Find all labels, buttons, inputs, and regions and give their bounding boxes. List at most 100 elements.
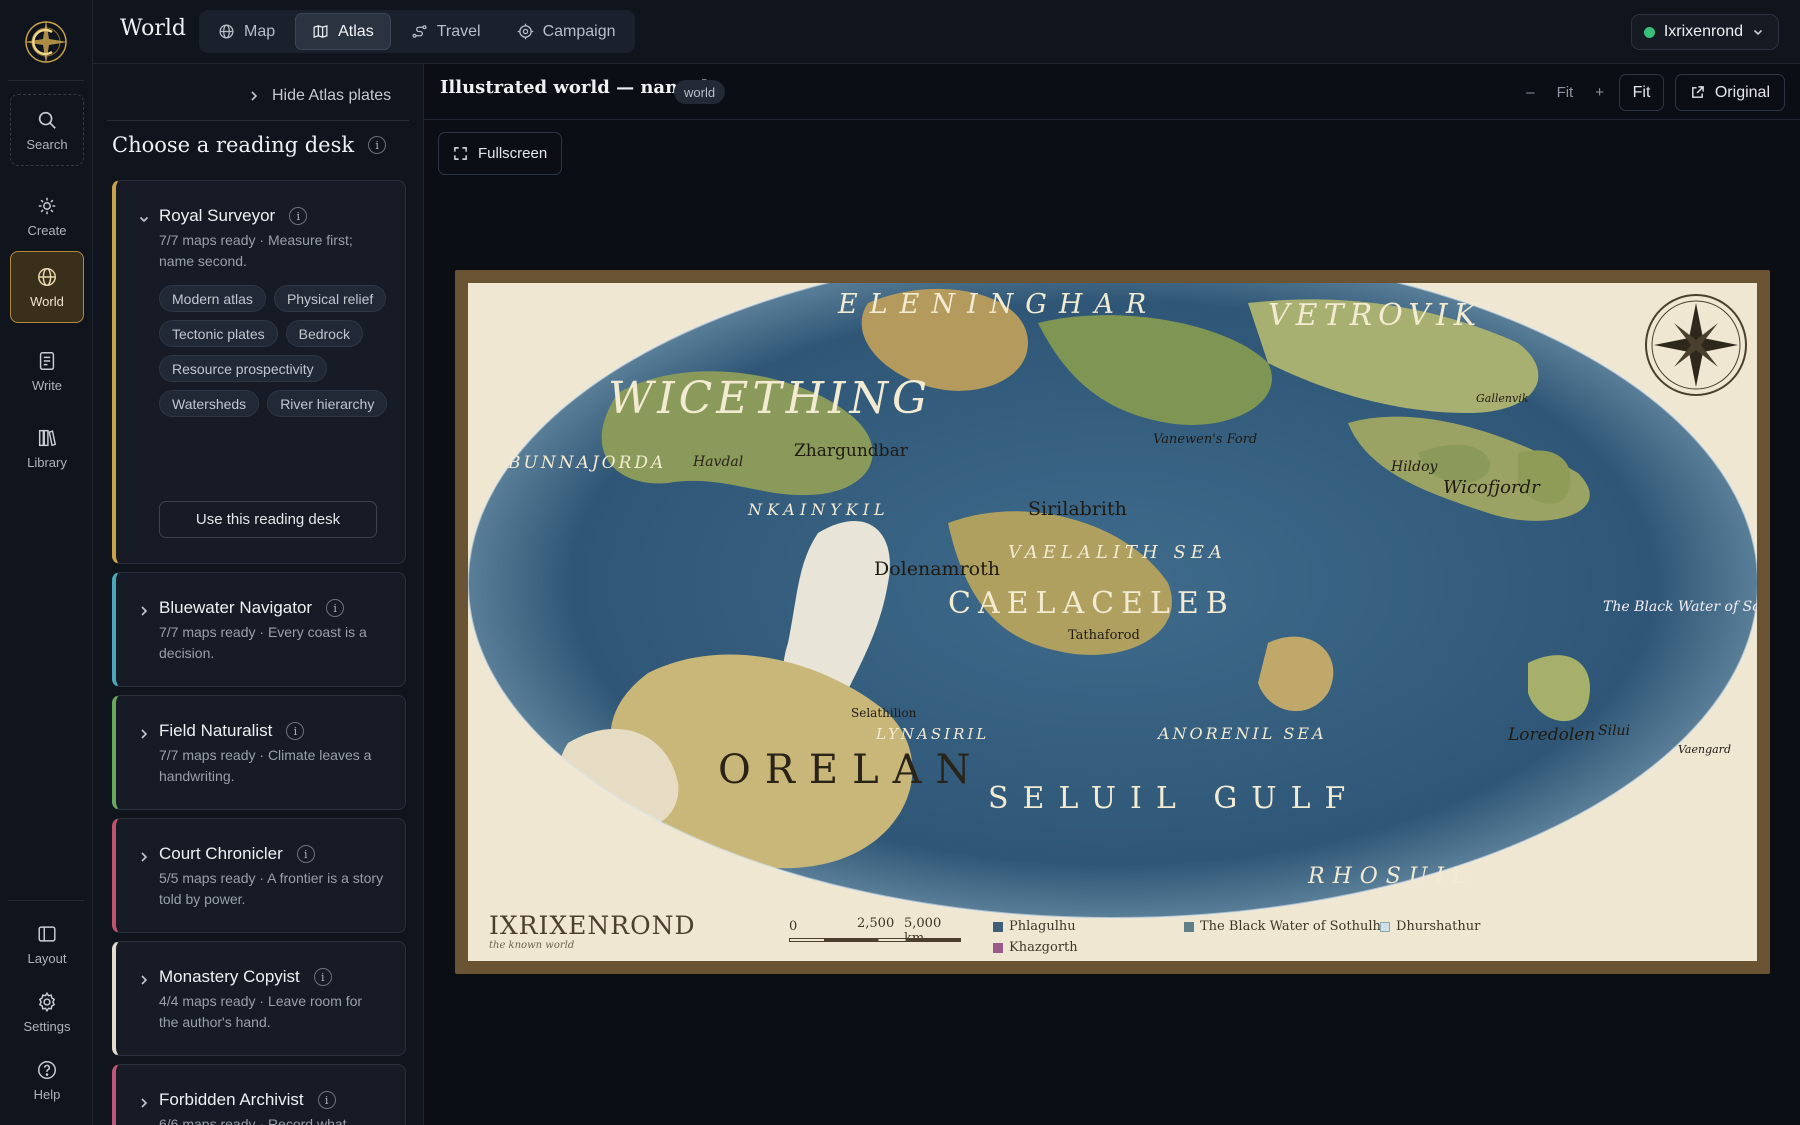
tab-travel[interactable]: Travel [395,13,497,50]
info-icon[interactable]: i [313,968,332,986]
app-logo-icon[interactable] [22,18,70,66]
chip-physical-relief[interactable]: Physical relief [273,285,387,312]
chip-modern-atlas[interactable]: Modern atlas [159,285,266,312]
desk-forbidden-archivist[interactable]: Forbidden Archivist i 6/6 maps ready · Re… [112,1064,406,1125]
desk-royal-surveyor[interactable]: Royal Surveyor i 7/7 maps ready · Measure… [112,180,406,564]
atlas-plates-panel: Hide Atlas plates Choose a reading desk … [93,64,424,1125]
tab-map[interactable]: Map [202,13,291,50]
user-menu[interactable]: Ixrixenrond [1630,14,1779,50]
chevron-right-icon [251,91,258,101]
desk-title: Field Naturalist [159,721,273,740]
chevron-right-icon[interactable] [138,1097,150,1109]
map-label: Vaengard [1678,743,1731,756]
route-icon [412,25,427,38]
map-label: Tathaforod [1068,628,1140,643]
rail-create-label: Create [27,222,67,238]
tab-atlas[interactable]: Atlas [295,13,391,50]
rail-write[interactable]: Write [10,335,84,407]
chip-bedrock[interactable]: Bedrock [285,320,363,347]
info-icon[interactable]: i [317,1091,336,1109]
rail-library[interactable]: Library [10,412,84,484]
map-cartouche: IXRIXENROND the known world [489,911,696,951]
chevron-right-icon[interactable] [138,728,150,740]
chevron-down-icon[interactable] [138,213,150,225]
map-label: SELUIL GULF [988,781,1359,816]
chevron-down-icon [1753,29,1763,36]
tab-map-label: Map [244,22,276,40]
open-original-button[interactable]: Original [1674,74,1785,111]
map-label: Sirilabrith [1028,498,1127,520]
map-label: LYNASIRIL [875,725,989,743]
desk-subtitle: 7/7 maps ready · Every coast is a decisi… [159,624,367,661]
zoom-in-button[interactable]: + [1595,84,1604,101]
legend-label: Khazgorth [1009,940,1078,955]
fullscreen-icon [454,147,467,160]
info-icon[interactable]: i [296,845,315,863]
map-label: BUNNAJORDA [507,453,666,473]
globe-icon [38,267,56,286]
tab-campaign[interactable]: Campaign [501,13,632,50]
scope-badge: world [674,80,726,104]
use-reading-desk-button[interactable]: Use this reading desk [159,501,377,538]
scale-label: 0 [789,919,798,934]
desk-title: Forbidden Archivist [159,1090,304,1109]
open-original-label: Original [1714,83,1770,101]
desk-subtitle: 6/6 maps ready · Record what [159,1116,347,1125]
info-icon[interactable]: i [326,599,345,617]
tab-atlas-label: Atlas [338,22,374,40]
desk-monastery-copyist[interactable]: Monastery Copyist i 4/4 maps ready · Leav… [112,941,406,1056]
desk-title: Monastery Copyist [159,967,300,986]
info-icon[interactable]: i [289,207,308,225]
layout-icon [38,925,56,942]
desk-subtitle: 7/7 maps ready · Climate leaves a handwr… [159,747,372,784]
gear-icon [38,991,56,1012]
fullscreen-button[interactable]: Fullscreen [438,132,563,175]
scale-bar [789,938,961,942]
external-link-icon [1691,86,1704,98]
desk-subtitle: 5/5 maps ready · A frontier is a story t… [159,870,384,907]
fit-button[interactable]: Fit [1619,74,1664,111]
map-brand-subtitle: the known world [489,940,575,951]
map-label: Wicofjordr [1443,477,1541,498]
rail-layout[interactable]: Layout [10,908,84,980]
plate-title: Illustrated world — named [440,77,709,98]
zoom-level: Fit [1556,83,1574,101]
rail-help[interactable]: Help [10,1044,84,1116]
legend-item: Khazgorth [993,940,1078,955]
books-icon [38,429,57,446]
map-label: NKAINYKIL [747,500,890,519]
desk-subtitle: 4/4 maps ready · Leave room for the auth… [159,993,363,1030]
chip-river-hierarchy[interactable]: River hierarchy [267,390,388,417]
hide-atlas-plates-button[interactable]: Hide Atlas plates [248,87,391,105]
info-icon[interactable]: i [368,136,387,154]
map-label: WICETHING [608,373,931,424]
desk-chip-list: Modern atlas Physical relief Tectonic pl… [159,285,389,417]
rail-world[interactable]: World [10,251,84,323]
section-title: World [120,16,186,41]
legend-item: The Black Water of Sothulhu [1184,919,1389,934]
chevron-right-icon[interactable] [138,605,150,617]
map-label: CAELACELEB [948,586,1235,621]
rail-create[interactable]: Create [10,180,84,252]
zoom-out-button[interactable]: – [1526,84,1534,101]
atlas-plate[interactable]: ELENINGHAR VETROVIK WICETHING BUNNAJORDA… [468,283,1757,961]
rail-settings[interactable]: Settings [10,976,84,1048]
legend-item: Phlagulhu [993,919,1076,934]
map-brand: IXRIXENROND [489,911,696,940]
chevron-right-icon[interactable] [138,974,150,986]
map-label: Loredolen [1507,725,1595,745]
rail-search[interactable]: Search [10,94,84,166]
map-label: RHOSUIL [1307,864,1475,889]
viewer-header: Illustrated world — named world – Fit + … [424,64,1800,120]
desk-field-naturalist[interactable]: Field Naturalist i 7/7 maps ready · Clima… [112,695,406,810]
desk-court-chronicler[interactable]: Court Chronicler i 5/5 maps ready · A fro… [112,818,406,933]
document-icon [39,351,55,370]
chip-watersheds[interactable]: Watersheds [159,390,260,417]
desk-bluewater-navigator[interactable]: Bluewater Navigator i 7/7 maps ready · Ev… [112,572,406,687]
zoom-controls: – Fit + [1510,74,1620,110]
rail-layout-label: Layout [27,950,67,966]
chip-tectonic-plates[interactable]: Tectonic plates [159,320,278,347]
chevron-right-icon[interactable] [138,851,150,863]
info-icon[interactable]: i [286,722,305,740]
chip-resource-prospectivity[interactable]: Resource prospectivity [159,355,327,382]
